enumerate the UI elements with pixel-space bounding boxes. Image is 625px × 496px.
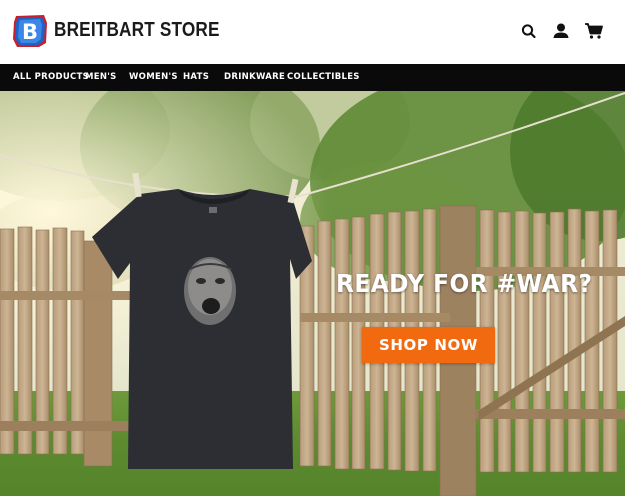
hero-headline: READY FOR #WAR?	[336, 269, 593, 298]
nav-all-products[interactable]: ALL PRODUCTS	[13, 72, 89, 82]
search-icon[interactable]	[518, 21, 540, 41]
logo-letter: B	[22, 20, 38, 44]
site-header: B BREITBART STORE	[0, 0, 625, 64]
nav-womens[interactable]: WOMEN'S	[129, 72, 178, 82]
cart-icon[interactable]	[583, 21, 605, 41]
shop-now-button[interactable]: SHOP NOW	[362, 327, 495, 363]
nav-mens[interactable]: MEN'S	[85, 72, 117, 82]
account-icon[interactable]	[550, 21, 572, 41]
brand-name[interactable]: BREITBART STORE	[54, 19, 220, 42]
nav-collectibles[interactable]: COLLECTIBLES	[287, 72, 360, 82]
nav-drinkware[interactable]: DRINKWARE	[224, 72, 285, 82]
brand-logo[interactable]: B	[11, 13, 49, 49]
nav-hats[interactable]: HATS	[183, 72, 209, 82]
hero-banner[interactable]: READY FOR #WAR? SHOP NOW	[0, 91, 625, 496]
main-nav: ALL PRODUCTS MEN'S WOMEN'S HATS DRINKWAR…	[0, 64, 625, 91]
